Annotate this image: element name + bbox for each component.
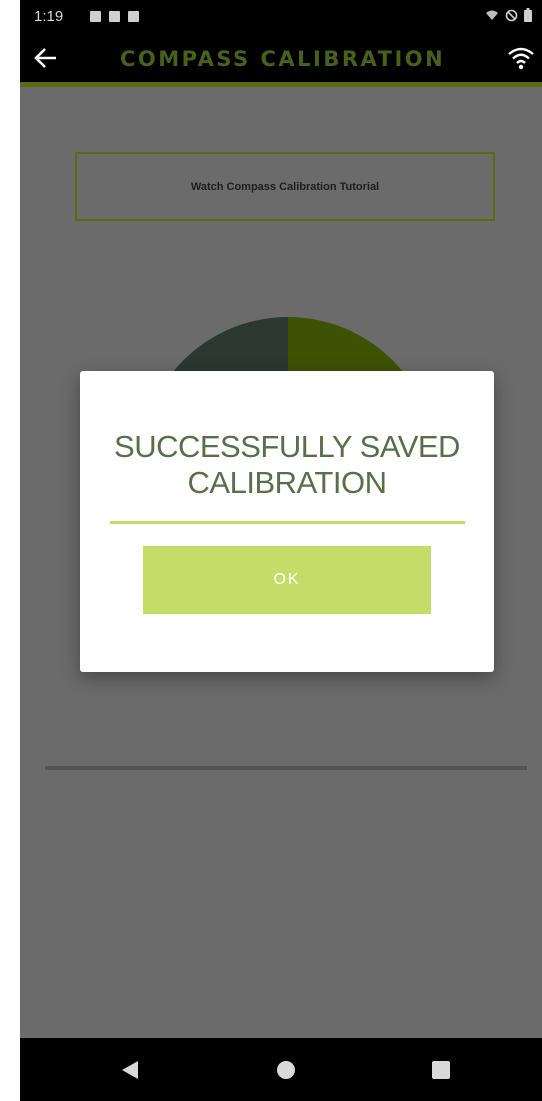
circle-home-icon[interactable] <box>277 1061 295 1079</box>
do-not-disturb-icon <box>505 9 518 21</box>
device-screen: 1:19 COMPASS CALIBRATION Watch Compass C… <box>20 0 542 1101</box>
image-icon <box>90 11 101 22</box>
tutorial-button-label: Watch Compass Calibration Tutorial <box>190 180 380 193</box>
page-title: COMPASS CALIBRATION <box>120 47 446 71</box>
square-recents-icon[interactable] <box>432 1061 450 1079</box>
app-bar-accent-line <box>20 82 542 87</box>
triangle-back-icon[interactable] <box>120 1060 140 1080</box>
content-divider <box>45 766 527 770</box>
status-notification-icons <box>90 11 139 22</box>
notification-icon <box>128 11 139 22</box>
wifi-icon[interactable] <box>506 44 536 72</box>
ok-button[interactable]: OK <box>143 546 431 614</box>
dialog-title: SUCCESSFULLY SAVED CALIBRATION <box>114 429 460 500</box>
status-bar: 1:19 <box>20 0 542 34</box>
status-time: 1:19 <box>34 8 64 25</box>
wifi-icon <box>486 10 498 20</box>
notification-icon <box>109 11 120 22</box>
status-system-icons <box>485 8 532 22</box>
battery-icon <box>524 8 532 22</box>
dialog-divider <box>110 521 465 524</box>
system-nav-bar <box>20 1038 542 1101</box>
arrow-left-icon[interactable] <box>32 44 60 72</box>
tutorial-button[interactable]: Watch Compass Calibration Tutorial <box>75 152 495 221</box>
success-dialog: SUCCESSFULLY SAVED CALIBRATION OK <box>80 371 494 672</box>
app-bar: COMPASS CALIBRATION <box>20 34 542 82</box>
